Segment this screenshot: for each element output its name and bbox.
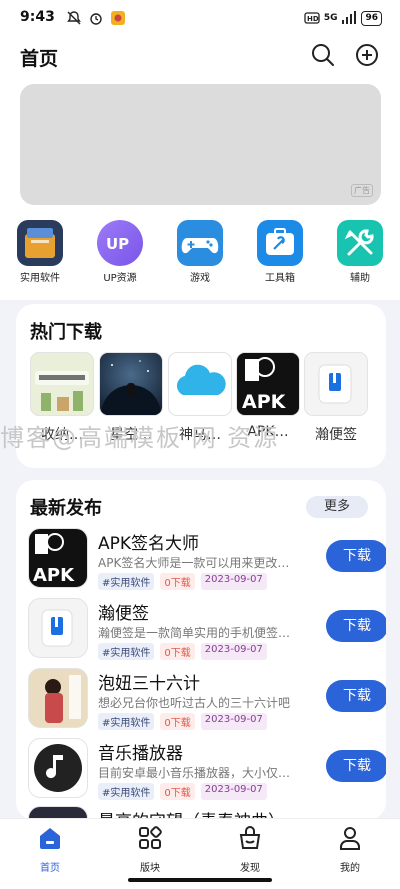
- home-icon: [40, 828, 60, 849]
- download-button[interactable]: 下载: [326, 540, 386, 572]
- toolbox-app-icon: [17, 220, 63, 266]
- ad-banner[interactable]: 广告: [20, 84, 381, 205]
- wrench-icon: [337, 220, 383, 266]
- app-list-item[interactable]: 泡妞三十六计 想必兄台你也听过古人的三十六计吧 #实用软件 0下载 2023-0…: [28, 668, 386, 730]
- quick-link-label: UP资源: [103, 273, 137, 284]
- app-name: APK签名大师: [98, 534, 200, 554]
- app-description: 想必兄台你也听过古人的三十六计吧: [98, 696, 291, 710]
- download-count-tag: 0下载: [160, 713, 195, 730]
- app-list-item[interactable]: 瀚便签 瀚便签是一款简单实用的手机便签记事软件 #实用软件 0下载 2023-0…: [28, 598, 386, 660]
- hot-item-thumbnail: [99, 352, 163, 416]
- nav-label: 版块: [140, 863, 160, 874]
- date-tag: 2023-09-07: [200, 573, 267, 590]
- add-circle-icon[interactable]: [354, 42, 380, 68]
- quick-link-toolbox[interactable]: 工具箱: [250, 220, 310, 284]
- grid-icon: [139, 826, 162, 849]
- latest-releases-card: 最新发布 更多 APK APK签名大师 APK签名大师是一款可以用来更改应用签名…: [16, 480, 386, 820]
- app-name: 泡妞三十六计: [98, 674, 200, 694]
- quick-link-label: 游戏: [190, 273, 210, 284]
- svg-text:UP: UP: [106, 235, 129, 253]
- more-button[interactable]: 更多: [306, 496, 368, 518]
- battery-indicator: 96: [361, 10, 382, 26]
- nav-label: 发现: [240, 863, 260, 874]
- app-description: 瀚便签是一款简单实用的手机便签记事软件: [98, 626, 298, 640]
- nav-label: 我的: [340, 863, 360, 874]
- hot-item-thumbnail: [304, 352, 368, 416]
- status-bar: 9:43 HD 5G 96: [0, 0, 400, 38]
- hot-item-thumbnail: APK: [236, 352, 300, 416]
- watermark-text: 博客@高端模板 网 资源: [0, 424, 280, 452]
- app-icon: [28, 598, 88, 658]
- download-count-tag: 0下载: [160, 643, 195, 660]
- app-icon: [28, 668, 88, 728]
- ad-label: 广告: [351, 184, 373, 197]
- page-title: 首页: [20, 48, 59, 70]
- nav-profile[interactable]: 我的: [320, 825, 380, 874]
- nav-home[interactable]: 首页: [20, 825, 80, 874]
- quick-link-label: 辅助: [350, 273, 370, 284]
- gamepad-icon: [177, 220, 223, 266]
- svg-text:APK: APK: [33, 565, 75, 586]
- download-button[interactable]: 下载: [326, 750, 386, 782]
- quick-link-practical-software[interactable]: 实用软件: [10, 220, 70, 284]
- person-icon: [340, 827, 360, 850]
- top-section: 广告 实用软件 UP UP资源 游戏 工具箱 辅助: [0, 80, 400, 300]
- quick-link-games[interactable]: 游戏: [170, 220, 230, 284]
- hd-icon: HD: [304, 12, 320, 24]
- mute-bell-icon: [67, 11, 81, 25]
- quick-link-up-resources[interactable]: UP UP资源: [90, 220, 150, 284]
- app-list-item[interactable]: 音乐播放器 目前安卓最小音乐播放器，大小仅有几十KB #实用软件 0下载 202…: [28, 738, 386, 800]
- download-count-tag: 0下载: [160, 783, 195, 800]
- app-header: 首页: [0, 38, 400, 80]
- svg-text:HD: HD: [307, 15, 319, 23]
- search-icon[interactable]: [310, 42, 336, 68]
- gift-box-icon: [239, 826, 261, 849]
- toolbox-icon: [257, 220, 303, 266]
- download-button[interactable]: 下载: [326, 610, 386, 642]
- quick-link-assist[interactable]: 辅助: [330, 220, 390, 284]
- up-badge-icon: UP: [97, 220, 143, 266]
- app-name: 音乐播放器: [98, 744, 183, 764]
- nav-discover[interactable]: 发现: [220, 825, 280, 874]
- hot-downloads-title: 热门下载: [30, 322, 102, 343]
- app-list-item[interactable]: APK APK签名大师 APK签名大师是一款可以用来更改应用签名的工具 #实用软…: [28, 528, 386, 590]
- app-icon: APK: [28, 528, 88, 588]
- hot-item-thumbnail: [30, 352, 94, 416]
- latest-releases-title: 最新发布: [30, 498, 102, 519]
- app-name: 瀚便签: [98, 604, 149, 624]
- alarm-icon: [90, 13, 102, 25]
- date-tag: 2023-09-07: [200, 783, 267, 800]
- status-time: 9:43: [20, 9, 55, 25]
- quick-link-label: 工具箱: [265, 273, 295, 284]
- app-description: 目前安卓最小音乐播放器，大小仅有几十KB: [98, 766, 298, 780]
- app-description: APK签名大师是一款可以用来更改应用签名的工具: [98, 556, 298, 570]
- nav-label: 首页: [40, 863, 60, 874]
- category-tag[interactable]: #实用软件: [98, 713, 155, 730]
- date-tag: 2023-09-07: [200, 713, 267, 730]
- music-note-icon: [28, 738, 88, 798]
- download-count-tag: 0下载: [160, 573, 195, 590]
- nav-sections[interactable]: 版块: [120, 825, 180, 874]
- app-notification-icon: [111, 11, 125, 25]
- signal-icon: [342, 11, 357, 24]
- home-indicator[interactable]: [128, 878, 272, 882]
- network-type: 5G: [323, 13, 338, 23]
- quick-link-label: 实用软件: [20, 273, 60, 284]
- download-button[interactable]: 下载: [326, 680, 386, 712]
- category-tag[interactable]: #实用软件: [98, 783, 155, 800]
- category-tag[interactable]: #实用软件: [98, 573, 155, 590]
- date-tag: 2023-09-07: [200, 643, 267, 660]
- category-tag[interactable]: #实用软件: [98, 643, 155, 660]
- hot-item-thumbnail: [168, 352, 232, 416]
- svg-text:APK: APK: [242, 391, 287, 413]
